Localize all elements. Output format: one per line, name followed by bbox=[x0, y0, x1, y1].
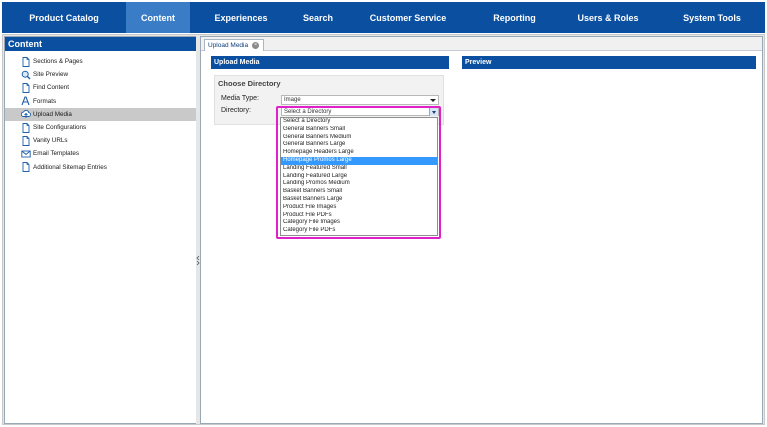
sidebar-item-sections-pages[interactable]: Sections & Pages bbox=[5, 55, 196, 68]
search-icon bbox=[21, 70, 31, 80]
formats-icon bbox=[21, 96, 31, 106]
sidebar-item-label: Site Preview bbox=[33, 71, 68, 79]
sidebar-item-label: Find Content bbox=[33, 84, 70, 92]
preview-header: Preview bbox=[462, 56, 756, 69]
nav-users-roles[interactable]: Users & Roles bbox=[557, 2, 659, 33]
sidebar-item-find-content[interactable]: Find Content bbox=[5, 81, 196, 94]
nav-customer-service[interactable]: Customer Service bbox=[344, 2, 472, 33]
dropdown-option[interactable]: General Banners Medium bbox=[281, 134, 437, 142]
sidebar-item-formats[interactable]: Formats bbox=[5, 95, 196, 108]
sidebar-item-label: Formats bbox=[33, 97, 57, 105]
sidebar-list: Sections & Pages Site Preview Find Conte… bbox=[5, 55, 196, 174]
sidebar-item-label: Upload Media bbox=[33, 110, 72, 118]
nav-product-catalog[interactable]: Product Catalog bbox=[2, 2, 126, 33]
dropdown-option[interactable]: Basket Banners Small bbox=[281, 188, 437, 196]
sidebar-item-site-configurations[interactable]: Site Configurations bbox=[5, 121, 196, 134]
sidebar-item-label: Additional Sitemap Entries bbox=[33, 163, 107, 171]
page-icon bbox=[21, 162, 31, 173]
dropdown-option[interactable]: Landing Featured Large bbox=[281, 173, 437, 181]
email-icon bbox=[21, 149, 31, 159]
chevron-down-icon bbox=[430, 99, 436, 102]
page-icon bbox=[21, 122, 31, 133]
dropdown-option[interactable]: Landing Featured Small bbox=[281, 165, 437, 173]
dropdown-option[interactable]: Select a Directory bbox=[281, 118, 437, 126]
dropdown-option[interactable]: Product File PDFs bbox=[281, 212, 437, 220]
dropdown-option[interactable]: Category File Images bbox=[281, 219, 437, 227]
page-icon bbox=[21, 135, 31, 146]
dropdown-option[interactable]: Basket Banners Large bbox=[281, 196, 437, 204]
upload-icon bbox=[21, 109, 31, 119]
dropdown-option[interactable]: Landing Promos Medium bbox=[281, 180, 437, 188]
tab-upload-media[interactable]: Upload Media × bbox=[204, 39, 264, 51]
sidebar-title: Content bbox=[5, 37, 196, 51]
media-type-value: Image bbox=[284, 97, 301, 103]
nav-content[interactable]: Content bbox=[126, 2, 190, 33]
dropdown-option[interactable]: General Banners Large bbox=[281, 141, 437, 149]
top-navigation: Product Catalog Content Experiences Sear… bbox=[2, 2, 765, 33]
sidebar-item-vanity-urls[interactable]: Vanity URLs bbox=[5, 134, 196, 147]
sidebar-item-label: Sections & Pages bbox=[33, 58, 83, 66]
directory-label: Directory: bbox=[221, 107, 251, 114]
preview-section: Preview bbox=[462, 56, 756, 69]
nav-search[interactable]: Search bbox=[292, 2, 344, 33]
dropdown-option[interactable]: General Banners Small bbox=[281, 126, 437, 134]
media-type-select[interactable]: Image bbox=[281, 95, 439, 105]
sidebar-item-site-preview[interactable]: Site Preview bbox=[5, 68, 196, 81]
sidebar-item-label: Site Configurations bbox=[33, 124, 87, 132]
sidebar-item-label: Vanity URLs bbox=[33, 137, 68, 145]
page-icon bbox=[21, 56, 31, 67]
page-icon bbox=[21, 83, 31, 93]
tab-strip: Upload Media × bbox=[201, 37, 762, 51]
upload-media-header: Upload Media bbox=[211, 56, 449, 69]
dropdown-option[interactable]: Homepage Headers Large bbox=[281, 149, 437, 157]
sidebar-item-email-templates[interactable]: Email Templates bbox=[5, 147, 196, 160]
tab-label: Upload Media bbox=[208, 42, 249, 49]
media-type-label: Media Type: bbox=[221, 95, 260, 102]
content-sidebar: Content Sections & Pages Site Preview Fi… bbox=[4, 36, 197, 424]
nav-reporting[interactable]: Reporting bbox=[472, 2, 557, 33]
dropdown-option[interactable]: Category File PDFs bbox=[281, 227, 437, 235]
dropdown-option-selected[interactable]: Homepage Promos Large bbox=[281, 156, 437, 165]
sidebar-item-upload-media[interactable]: Upload Media bbox=[5, 107, 196, 121]
sidebar-item-additional-sitemap-entries[interactable]: Additional Sitemap Entries bbox=[5, 161, 196, 174]
nav-system-tools[interactable]: System Tools bbox=[659, 2, 765, 33]
close-icon[interactable]: × bbox=[252, 42, 260, 49]
choose-directory-title: Choose Directory bbox=[218, 79, 281, 88]
directory-dropdown-list: Select a Directory General Banners Small… bbox=[280, 117, 438, 236]
sidebar-item-label: Email Templates bbox=[33, 150, 80, 158]
nav-experiences[interactable]: Experiences bbox=[190, 2, 292, 33]
dropdown-option[interactable]: Product File Images bbox=[281, 204, 437, 212]
